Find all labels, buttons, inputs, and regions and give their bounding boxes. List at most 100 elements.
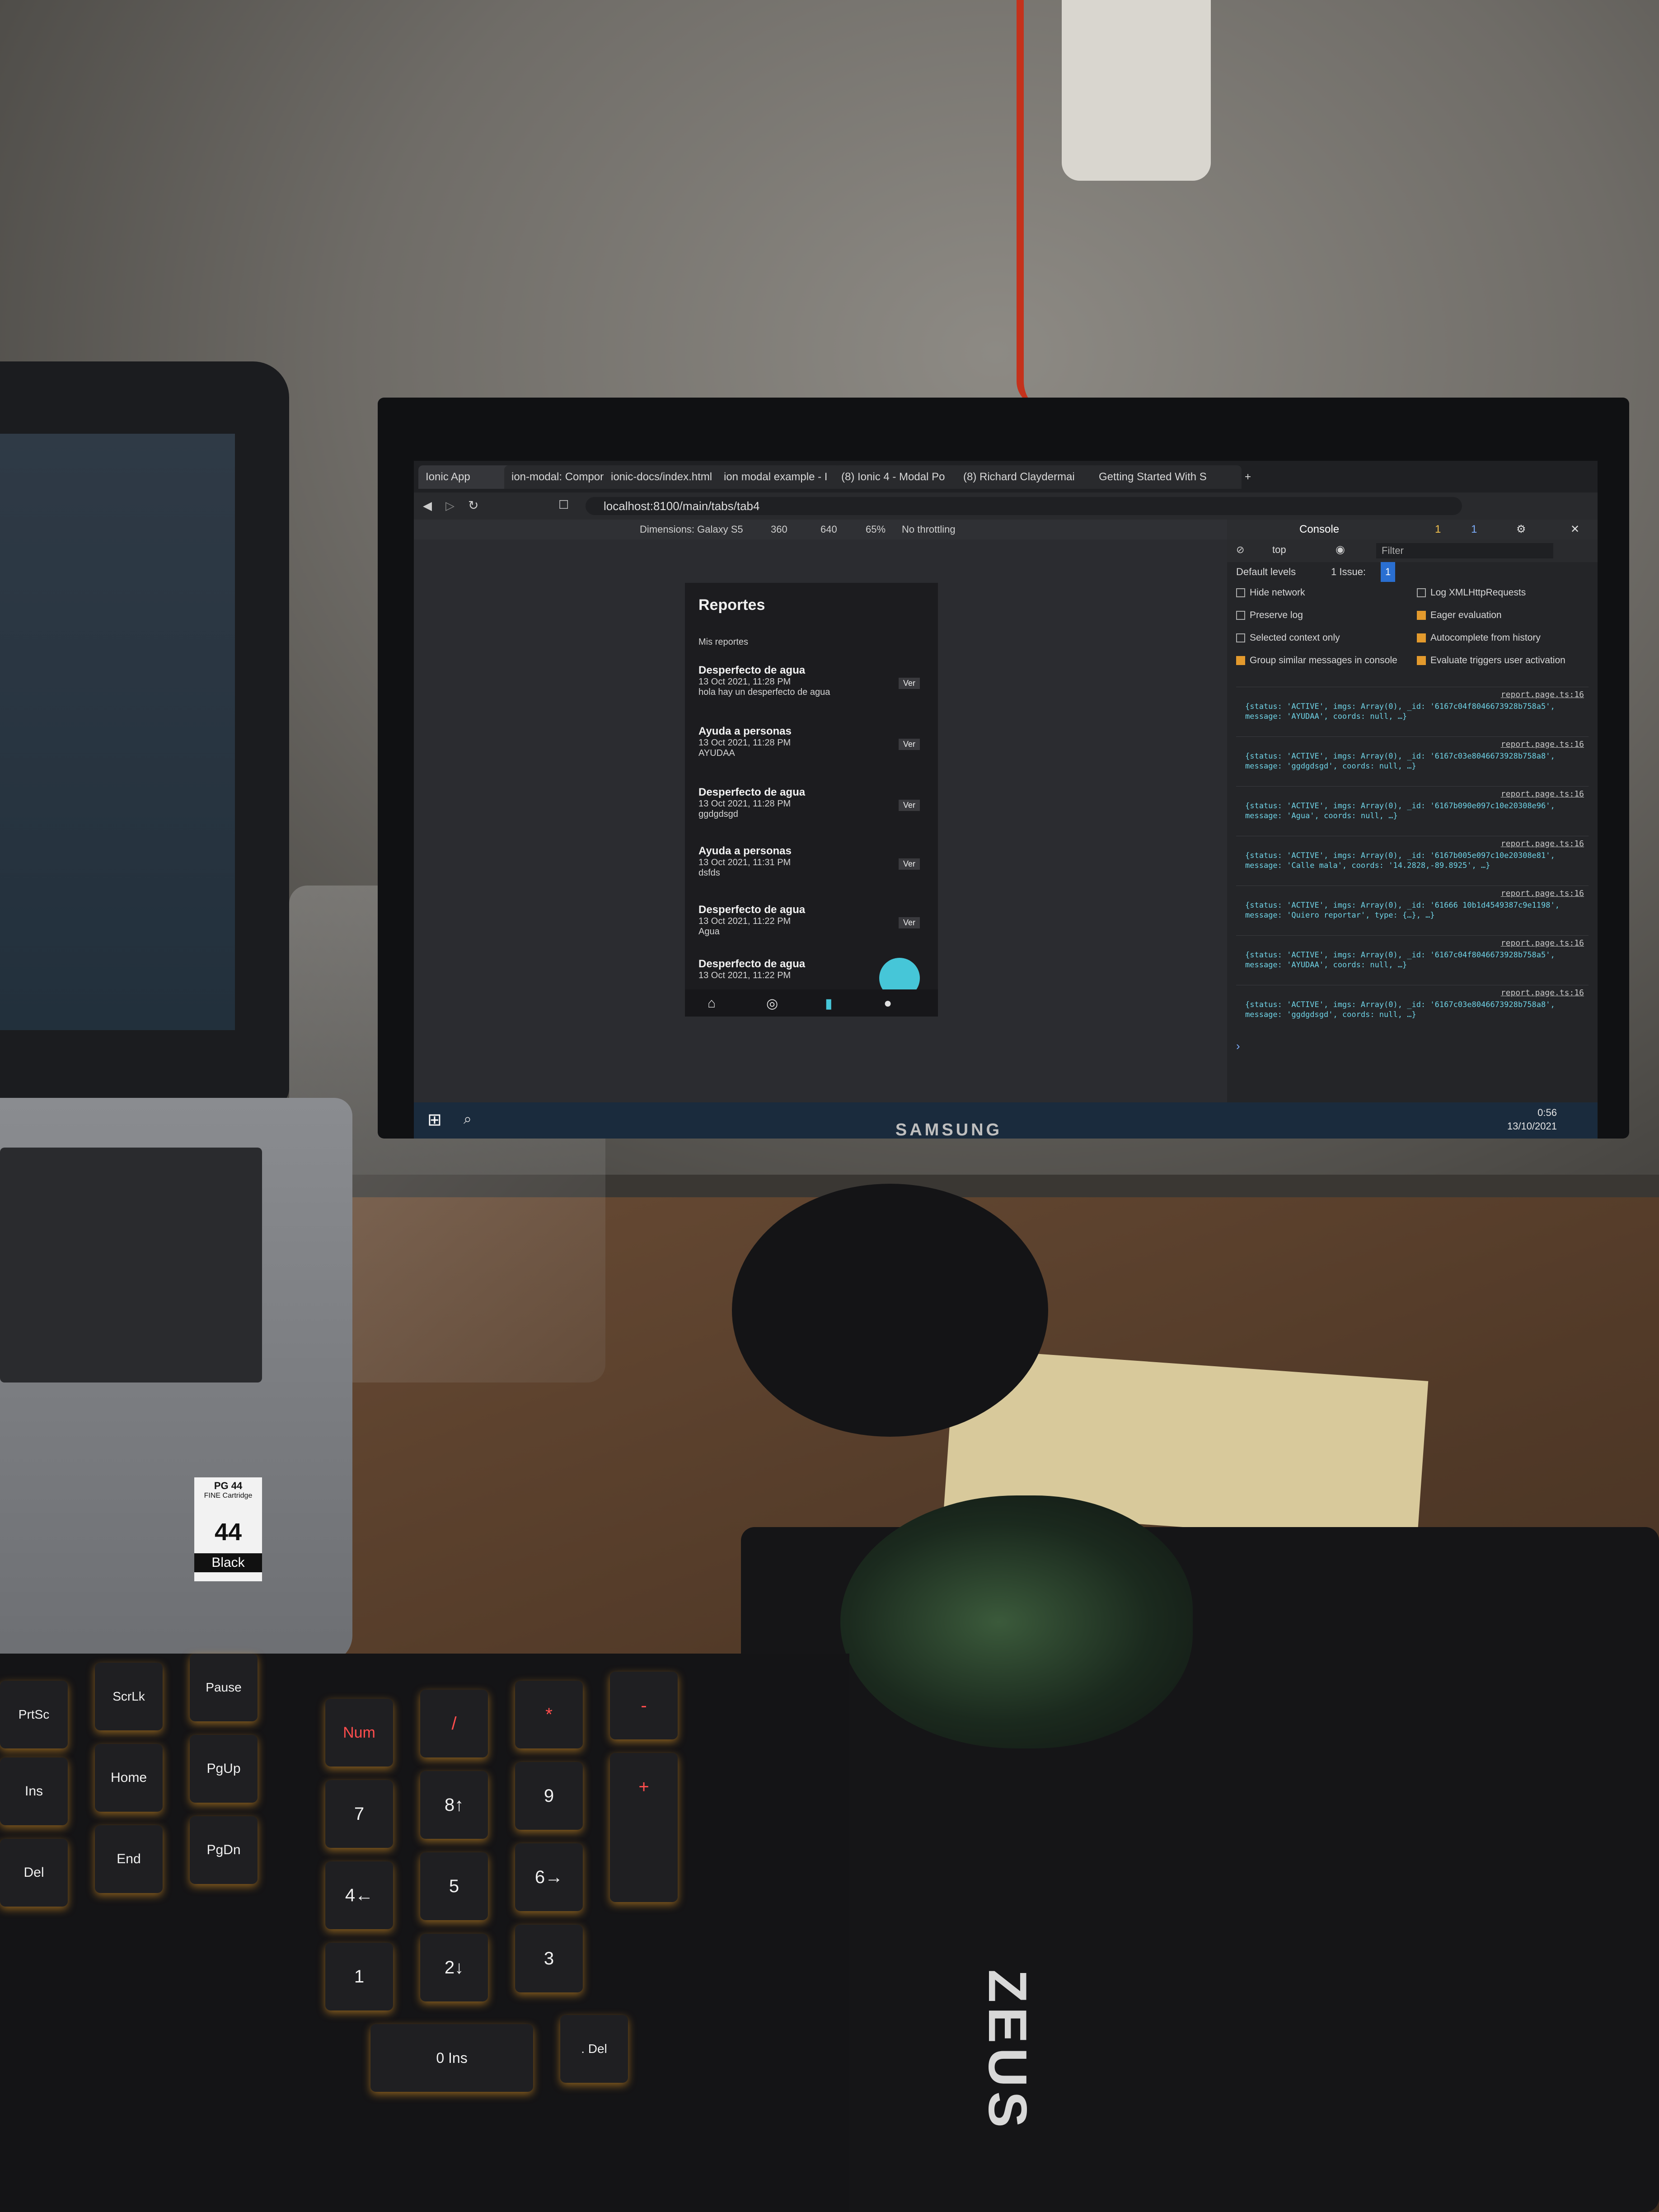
key[interactable]: Del bbox=[0, 1839, 68, 1907]
key[interactable]: ScrLk bbox=[95, 1663, 163, 1730]
browser-tab[interactable]: ion modal example - I bbox=[717, 465, 844, 489]
view-button[interactable]: Ver bbox=[898, 678, 920, 689]
option-preserve-log[interactable]: Preserve log bbox=[1236, 610, 1303, 621]
key[interactable]: Home bbox=[95, 1744, 163, 1812]
option-evaluate-triggers[interactable]: Evaluate triggers user activation bbox=[1417, 655, 1589, 666]
key[interactable]: 8↑ bbox=[420, 1771, 488, 1839]
back-icon[interactable]: ◀ bbox=[423, 499, 432, 513]
tab-console[interactable]: Console bbox=[1299, 520, 1340, 541]
issues-count[interactable]: 1 bbox=[1381, 562, 1396, 582]
report-item[interactable]: Desperfecto de agua 13 Oct 2021, 11:22 P… bbox=[698, 904, 924, 958]
url-input[interactable]: localhost:8100/main/tabs/tab4 bbox=[586, 497, 1462, 515]
console-prompt-icon[interactable]: › bbox=[1236, 1039, 1240, 1053]
key[interactable]: Num bbox=[325, 1699, 393, 1767]
view-button[interactable]: Ver bbox=[898, 858, 920, 870]
log-source-link[interactable]: report.page.ts:16 bbox=[1501, 839, 1584, 848]
warning-count[interactable]: 1 bbox=[1435, 520, 1441, 539]
view-button[interactable]: Ver bbox=[898, 739, 920, 750]
console-log-entry[interactable]: report.page.ts:16 {status: 'ACTIVE', img… bbox=[1236, 935, 1589, 984]
throttle-select[interactable]: No throttling bbox=[902, 520, 956, 539]
browser-tab[interactable]: (8) Ionic 4 - Modal Po bbox=[834, 465, 966, 489]
filter-input[interactable]: Filter bbox=[1376, 543, 1553, 558]
option-autocomplete[interactable]: Autocomplete from history bbox=[1417, 633, 1541, 643]
option-group-similar[interactable]: Group similar messages in console bbox=[1236, 655, 1399, 666]
view-button[interactable]: Ver bbox=[898, 917, 920, 928]
log-source-link[interactable]: report.page.ts:16 bbox=[1501, 789, 1584, 799]
bookmark-icon[interactable]: ☐ bbox=[558, 498, 569, 512]
console-log-entry[interactable]: report.page.ts:16 {status: 'ACTIVE', img… bbox=[1236, 786, 1589, 834]
key[interactable]: / bbox=[420, 1690, 488, 1757]
console-log-entry[interactable]: report.page.ts:16 {status: 'ACTIVE', img… bbox=[1236, 985, 1589, 1033]
option-hide-network[interactable]: Hide network bbox=[1236, 587, 1305, 598]
log-source-link[interactable]: report.page.ts:16 bbox=[1501, 690, 1584, 699]
gear-icon[interactable]: ⚙ bbox=[1516, 520, 1526, 539]
key[interactable]: 5 bbox=[420, 1852, 488, 1920]
compass-icon[interactable]: ◎ bbox=[766, 996, 778, 1012]
taskbar-clock[interactable]: 0:56 13/10/2021 bbox=[1507, 1106, 1557, 1133]
close-icon[interactable]: ✕ bbox=[1570, 520, 1579, 539]
report-item[interactable]: Ayuda a personas 13 Oct 2021, 11:28 PM A… bbox=[698, 725, 924, 779]
key[interactable]: End bbox=[95, 1825, 163, 1893]
console-log-entry[interactable]: report.page.ts:16 {status: 'ACTIVE', img… bbox=[1236, 886, 1589, 934]
browser-tab[interactable]: Ionic App bbox=[418, 465, 514, 489]
zoom-select[interactable]: 65% bbox=[866, 520, 886, 539]
report-item[interactable]: Ayuda a personas 13 Oct 2021, 11:31 PM d… bbox=[698, 845, 924, 899]
search-icon[interactable]: ⌕ bbox=[464, 1111, 472, 1128]
console-log-entry[interactable]: report.page.ts:16 {status: 'ACTIVE', img… bbox=[1236, 687, 1589, 735]
report-message: hola hay un desperfecto de agua bbox=[698, 687, 830, 697]
home-icon[interactable]: ⌂ bbox=[708, 996, 716, 1011]
key[interactable]: PrtSc bbox=[0, 1681, 68, 1748]
view-button[interactable]: Ver bbox=[898, 800, 920, 811]
key[interactable]: PgDn bbox=[190, 1816, 258, 1884]
key[interactable]: 0 Ins bbox=[370, 2024, 533, 2092]
option-selected-context[interactable]: Selected context only bbox=[1236, 633, 1340, 643]
console-log-entry[interactable]: report.page.ts:16 {status: 'ACTIVE', img… bbox=[1236, 736, 1589, 785]
reload-icon[interactable]: ↻ bbox=[468, 498, 478, 513]
key[interactable]: . Del bbox=[560, 2015, 628, 2083]
key[interactable]: 9 bbox=[515, 1762, 583, 1830]
context-select[interactable]: top bbox=[1272, 544, 1286, 556]
console-log-entry[interactable]: report.page.ts:16 {status: 'ACTIVE', img… bbox=[1236, 836, 1589, 884]
info-count[interactable]: 1 bbox=[1471, 520, 1477, 539]
clear-console-icon[interactable]: ⊘ bbox=[1236, 544, 1244, 556]
browser-tab[interactable]: ion-modal: Componen bbox=[504, 465, 614, 489]
report-item[interactable]: Desperfecto de agua 13 Oct 2021, 11:28 P… bbox=[698, 786, 924, 840]
key[interactable]: PgUp bbox=[190, 1735, 258, 1803]
key[interactable]: 1 bbox=[325, 1943, 393, 2010]
key[interactable]: * bbox=[515, 1681, 583, 1748]
document-icon[interactable]: ▮ bbox=[825, 996, 833, 1012]
key[interactable]: - bbox=[610, 1672, 678, 1739]
windows-start-icon[interactable]: ⊞ bbox=[427, 1110, 442, 1130]
issues-label[interactable]: 1 Issue: bbox=[1331, 562, 1366, 582]
forward-icon[interactable]: ▷ bbox=[445, 499, 455, 513]
report-message: dsfds bbox=[698, 868, 720, 878]
key[interactable]: 7 bbox=[325, 1780, 393, 1848]
key[interactable]: + bbox=[610, 1753, 678, 1902]
key[interactable]: Pause bbox=[190, 1654, 258, 1721]
option-eager-evaluation[interactable]: Eager evaluation bbox=[1417, 610, 1502, 621]
log-source-link[interactable]: report.page.ts:16 bbox=[1501, 938, 1584, 948]
report-item[interactable]: Desperfecto de agua 13 Oct 2021, 11:28 P… bbox=[698, 664, 924, 718]
red-cable bbox=[1017, 0, 1042, 407]
levels-select[interactable]: Default levels bbox=[1236, 562, 1296, 582]
browser-tab[interactable]: (8) Richard Claydermai bbox=[956, 465, 1101, 489]
key[interactable]: 4← bbox=[325, 1861, 393, 1929]
person-icon[interactable]: ● bbox=[884, 996, 892, 1011]
log-source-link[interactable]: report.page.ts:16 bbox=[1501, 889, 1584, 898]
browser-tab[interactable]: Getting Started With S bbox=[1092, 465, 1242, 489]
height-input[interactable]: 640 bbox=[820, 520, 837, 539]
log-text: {status: 'ACTIVE', imgs: Array(0), _id: … bbox=[1245, 801, 1555, 820]
log-source-link[interactable]: report.page.ts:16 bbox=[1501, 740, 1584, 749]
new-tab-button[interactable]: + bbox=[1232, 465, 1264, 489]
eye-icon[interactable]: ◉ bbox=[1336, 543, 1345, 556]
browser-tab[interactable]: ionic-docs/index.html bbox=[604, 465, 726, 489]
log-source-link[interactable]: report.page.ts:16 bbox=[1501, 988, 1584, 998]
option-label: Group similar messages in console bbox=[1250, 655, 1397, 665]
key[interactable]: 3 bbox=[515, 1925, 583, 1992]
device-select[interactable]: Dimensions: Galaxy S5 bbox=[640, 520, 743, 539]
option-log-xhr[interactable]: Log XMLHttpRequests bbox=[1417, 587, 1526, 598]
key[interactable]: 6→ bbox=[515, 1843, 583, 1911]
width-input[interactable]: 360 bbox=[771, 520, 787, 539]
key[interactable]: Ins bbox=[0, 1757, 68, 1825]
key[interactable]: 2↓ bbox=[420, 1934, 488, 2001]
